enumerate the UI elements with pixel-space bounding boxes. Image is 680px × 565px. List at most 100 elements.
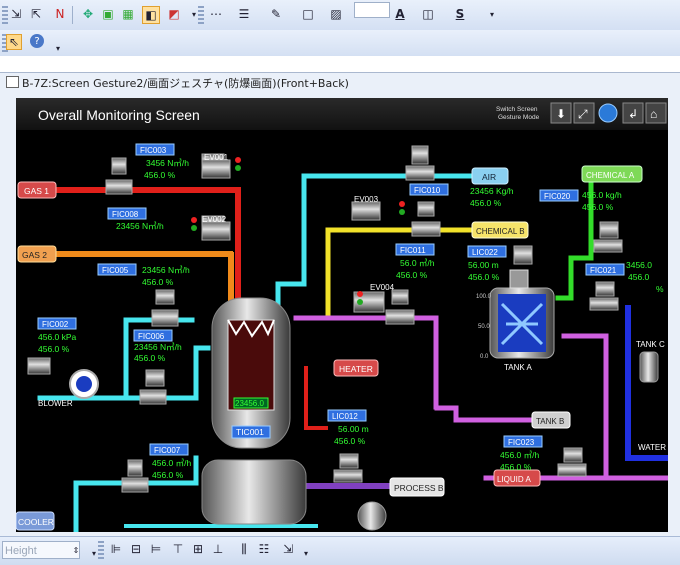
screen-title: Overall Monitoring Screen bbox=[38, 107, 200, 123]
pointer-icon[interactable]: ⇖ bbox=[6, 34, 22, 50]
process-b-text: PROCESS B bbox=[394, 483, 444, 493]
fic005-value-a: 23456 N㎥/h bbox=[142, 265, 190, 275]
color-icon[interactable]: N bbox=[52, 6, 68, 22]
distribute-v-icon[interactable]: ☷ bbox=[256, 541, 272, 557]
home-icon: ⌂ bbox=[650, 107, 657, 121]
group-icon[interactable]: ▣ bbox=[100, 6, 116, 22]
tank-c[interactable] bbox=[639, 351, 659, 383]
lines-icon[interactable]: ☰ bbox=[236, 6, 252, 22]
globe-icon[interactable] bbox=[598, 103, 618, 123]
fic010-value-a: 23456 Kg/h bbox=[470, 186, 514, 196]
pen-icon[interactable]: ✎ bbox=[268, 6, 284, 22]
bitmap-icon[interactable]: ▦ bbox=[120, 6, 136, 22]
window-title: B-7Z:Screen Gesture2/画面ジェスチャ(防爆画面)(Front… bbox=[22, 77, 349, 90]
chem-a-text: CHEMICAL A bbox=[586, 171, 635, 180]
fic005-text: FIC005 bbox=[102, 266, 129, 275]
arrow-icon[interactable]: ⇱ bbox=[28, 6, 44, 22]
toolbar-grip[interactable] bbox=[98, 541, 104, 559]
air-text: AIR bbox=[482, 172, 496, 182]
fic010-text: FIC010 bbox=[414, 186, 441, 195]
fic007-value-b: 456.0 % bbox=[152, 470, 184, 480]
font-a-icon[interactable]: A bbox=[392, 6, 408, 22]
rect-icon[interactable]: □ bbox=[300, 6, 316, 22]
tic001-text: TIC001 bbox=[236, 427, 264, 437]
ev004-text: EV004 bbox=[370, 283, 395, 292]
align-top-icon[interactable]: ⊤ bbox=[170, 541, 186, 557]
grid-icon[interactable]: ⋯ bbox=[208, 6, 224, 22]
dropdown-chevron-icon[interactable]: ▾ bbox=[298, 545, 314, 561]
fic020-text: FIC020 bbox=[544, 192, 571, 201]
chart-icon[interactable]: ◧ bbox=[142, 6, 160, 24]
fic008-value-a: 23456 N㎥/h bbox=[116, 221, 164, 231]
fic023-text: FIC023 bbox=[508, 438, 535, 447]
liquid-a-text: LIQUID A bbox=[497, 475, 531, 484]
fic021-value-c: % bbox=[656, 284, 664, 294]
fic021-value-b: 456.0 bbox=[628, 272, 650, 282]
fic023-value-a: 456.0 ㎥/h bbox=[500, 450, 539, 460]
align-left-icon[interactable]: ⊫ bbox=[108, 541, 124, 557]
blower[interactable] bbox=[69, 369, 99, 399]
separator bbox=[72, 6, 73, 24]
fic002-text: FIC002 bbox=[42, 320, 69, 329]
chart-icon[interactable]: ◩ bbox=[166, 6, 182, 22]
tank-b-text: TANK B bbox=[536, 417, 564, 426]
fill-icon[interactable]: ▨ bbox=[328, 6, 344, 22]
align-icon[interactable]: ◫ bbox=[420, 6, 436, 22]
bottom-toolbar: Height ⇕ ▾ ⊫ ⊟ ⊨ ⊤ ⊞ ⊥ ⫼ ☷ ⇲ ▾ bbox=[0, 536, 680, 565]
align-middle-icon[interactable]: ⊞ bbox=[190, 541, 206, 557]
fic006-value-b: 456.0 % bbox=[134, 353, 166, 363]
hmi-screen[interactable]: Overall Monitoring Screen Switch Screen … bbox=[16, 98, 668, 532]
tank-a-text: TANK A bbox=[504, 363, 533, 372]
tank-scale-top: 100.0 bbox=[476, 294, 492, 300]
lic012-text: LIC012 bbox=[332, 412, 358, 421]
fic007-value-a: 456.0 ㎥/h bbox=[152, 458, 191, 468]
water-text: WATER bbox=[638, 443, 666, 452]
align-bottom-icon[interactable]: ⊥ bbox=[210, 541, 226, 557]
blower-text: BLOWER bbox=[38, 399, 73, 408]
mode-icon[interactable]: ⇲ bbox=[8, 6, 24, 22]
fic020-value-a: 456.0 kg/h bbox=[582, 190, 622, 200]
snap-icon[interactable]: ⇲ bbox=[280, 541, 296, 557]
download-icon: ⬇ bbox=[556, 107, 566, 121]
lic012-value-b: 456.0 % bbox=[334, 436, 366, 446]
ev002-text: EV002 bbox=[202, 215, 227, 224]
tank-scale-bot: 0.0 bbox=[480, 354, 489, 360]
gas1-text: GAS 1 bbox=[24, 186, 49, 196]
fic002-value-b: 456.0 % bbox=[38, 344, 70, 354]
fic021-value-a: 3456.0 bbox=[626, 260, 652, 270]
gas2-text: GAS 2 bbox=[22, 250, 47, 260]
reactor-vessel[interactable] bbox=[201, 297, 307, 525]
move-icon[interactable]: ✥ bbox=[80, 6, 96, 22]
tank-a[interactable] bbox=[489, 269, 555, 359]
dropdown-chevron-icon[interactable]: ▾ bbox=[50, 40, 66, 56]
back-icon: ↲ bbox=[628, 107, 638, 121]
gesture-label: Gesture Mode bbox=[498, 114, 540, 121]
align-center-icon[interactable]: ⊟ bbox=[128, 541, 144, 557]
toolbar-grip[interactable] bbox=[198, 6, 204, 24]
window-icon[interactable] bbox=[6, 76, 19, 88]
distribute-h-icon[interactable]: ⫼ bbox=[236, 541, 252, 557]
cooler-text: COOLER bbox=[18, 517, 54, 527]
ev001-text: EV001 bbox=[204, 153, 229, 162]
lic012-value-a: 56.00 m bbox=[338, 424, 369, 434]
fic011-value-b: 456.0 % bbox=[396, 270, 428, 280]
expand-icon: ⤢ bbox=[577, 107, 588, 121]
dropdown-chevron-icon[interactable]: ▾ bbox=[484, 6, 500, 22]
process-pump[interactable] bbox=[357, 501, 387, 531]
fic003-value-b: 456.0 % bbox=[144, 170, 176, 180]
fic008-text: FIC008 bbox=[112, 210, 139, 219]
switch-label: Switch Screen bbox=[496, 106, 538, 113]
color-swatch[interactable] bbox=[354, 2, 390, 18]
secondary-toolbar: ⇖ ? ▾ bbox=[0, 30, 680, 57]
spinner-icon[interactable]: ⇕ bbox=[68, 542, 84, 558]
fic003-text: FIC003 bbox=[140, 146, 167, 155]
tank-c-text: TANK C bbox=[636, 340, 665, 349]
fic010-value-b: 456.0 % bbox=[470, 198, 502, 208]
lic022-value-a: 56.00 m bbox=[468, 260, 499, 270]
fic011-text: FIC011 bbox=[400, 246, 426, 255]
help-icon[interactable]: ? bbox=[30, 34, 44, 48]
heater-text: HEATER bbox=[339, 364, 373, 374]
align-right-icon[interactable]: ⊨ bbox=[148, 541, 164, 557]
fic023-value-b: 456.0 % bbox=[500, 462, 532, 472]
style-s-icon[interactable]: S bbox=[452, 6, 468, 22]
